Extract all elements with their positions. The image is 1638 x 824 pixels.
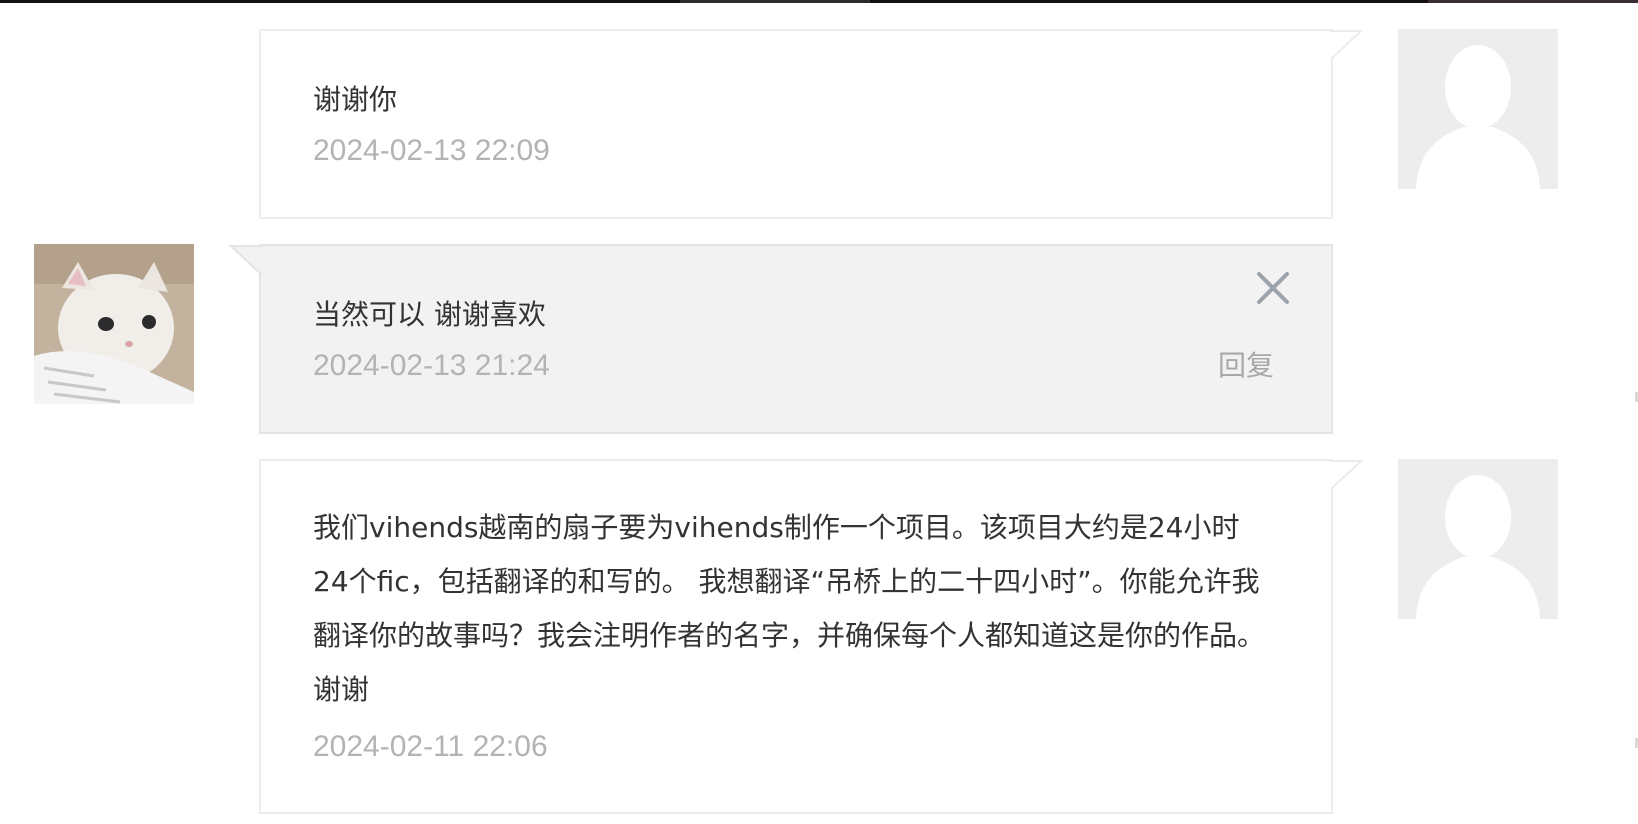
comment-bubble: 谢谢你 2024-02-13 22:09 [259, 29, 1363, 219]
comment-bubble: 我们vihends越南的扇子要为vihends制作一个项目。该项目大约是24小时… [259, 459, 1363, 814]
comment-bubble-own: 当然可以 谢谢喜欢 2024-02-13 21:24 回复 [229, 244, 1333, 434]
comment-timestamp: 2024-02-11 22:06 [313, 730, 548, 763]
close-icon[interactable] [1253, 268, 1293, 308]
default-avatar[interactable] [1398, 459, 1558, 619]
cat-photo-icon [34, 244, 194, 404]
bubble-tail [1329, 30, 1363, 60]
top-bar-title-area [680, 0, 870, 3]
comment-text: 谢谢你 [313, 83, 398, 116]
comment-timestamp: 2024-02-13 22:09 [313, 134, 550, 167]
bubble-tail [229, 245, 263, 275]
comment-text: 我们vihends越南的扇子要为vihends制作一个项目。该项目大约是24小时… [313, 511, 1266, 706]
window-top-bar [0, 0, 1638, 3]
comment-timestamp: 2024-02-13 21:24 [313, 349, 550, 382]
user-silhouette-icon [1416, 475, 1540, 619]
top-bar-accent [1428, 0, 1638, 3]
cat-avatar[interactable] [34, 244, 194, 404]
default-avatar[interactable] [1398, 29, 1558, 189]
bubble-tail [1329, 460, 1363, 490]
reply-button[interactable]: 回复 [1218, 346, 1274, 386]
user-silhouette-icon [1416, 45, 1540, 189]
comment-text: 当然可以 谢谢喜欢 [313, 298, 546, 331]
